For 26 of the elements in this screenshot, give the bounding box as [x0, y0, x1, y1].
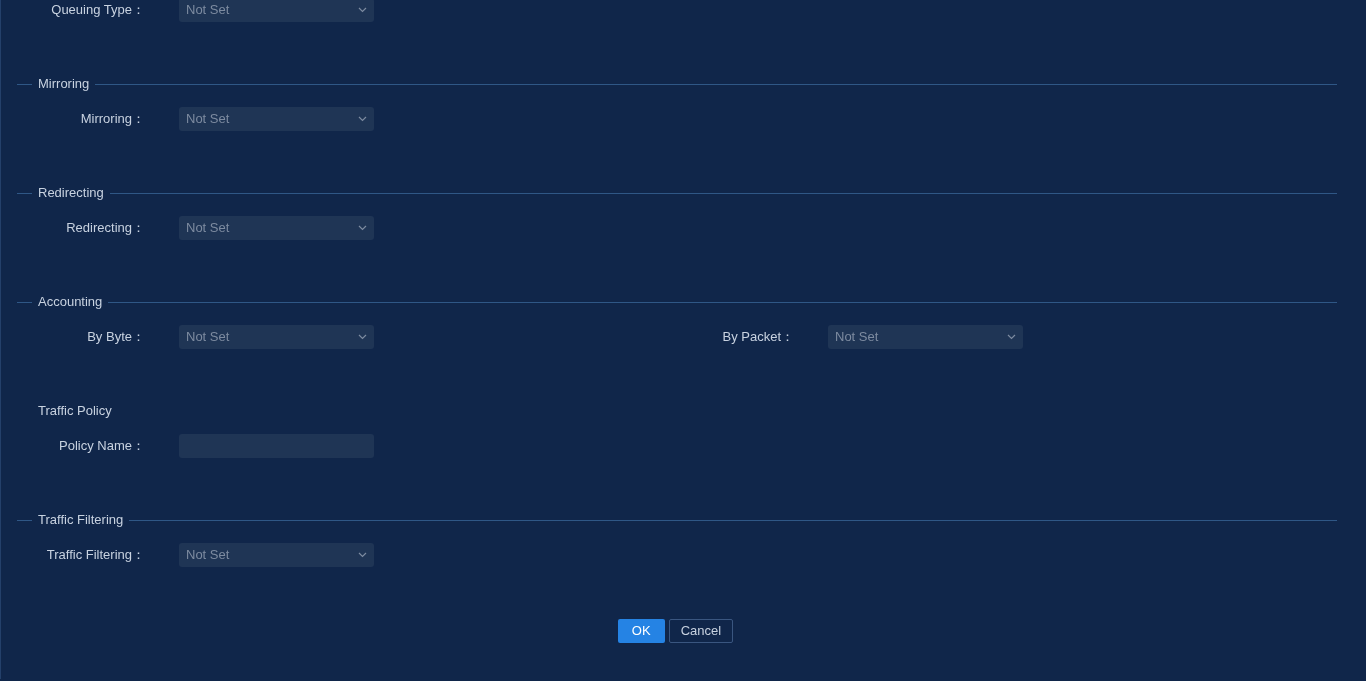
- field-label: Mirroring：: [79, 110, 145, 129]
- ok-button[interactable]: OK: [617, 619, 665, 643]
- field-label: Redirecting：: [65, 219, 145, 238]
- field-label: Traffic Filtering：: [45, 546, 145, 565]
- section-title: Traffic Policy: [37, 402, 113, 421]
- chevron-down-icon: [358, 116, 367, 122]
- section-title: Mirroring: [37, 75, 91, 94]
- chevron-down-icon: [358, 7, 367, 13]
- section-title: Redirecting: [37, 184, 105, 203]
- dropdown[interactable]: Not Set: [179, 325, 374, 349]
- cancel-button[interactable]: Cancel: [668, 619, 734, 643]
- chevron-down-icon: [358, 334, 367, 340]
- section-title: Traffic Filtering: [37, 511, 125, 530]
- dropdown[interactable]: Not Set: [179, 216, 374, 240]
- dropdown[interactable]: Not Set: [179, 107, 374, 131]
- section-title: Accounting: [37, 293, 104, 312]
- field-label: Queuing Type：: [50, 1, 145, 20]
- field-label: By Byte：: [86, 328, 145, 347]
- field-label: By Packet：: [721, 328, 794, 347]
- dropdown[interactable]: Not Set: [828, 325, 1023, 349]
- dropdown[interactable]: Not Set: [179, 543, 374, 567]
- field-label: Policy Name：: [58, 437, 145, 456]
- dropdown[interactable]: Not Set: [179, 0, 374, 22]
- chevron-down-icon: [1007, 334, 1016, 340]
- chevron-down-icon: [358, 552, 367, 558]
- chevron-down-icon: [358, 225, 367, 231]
